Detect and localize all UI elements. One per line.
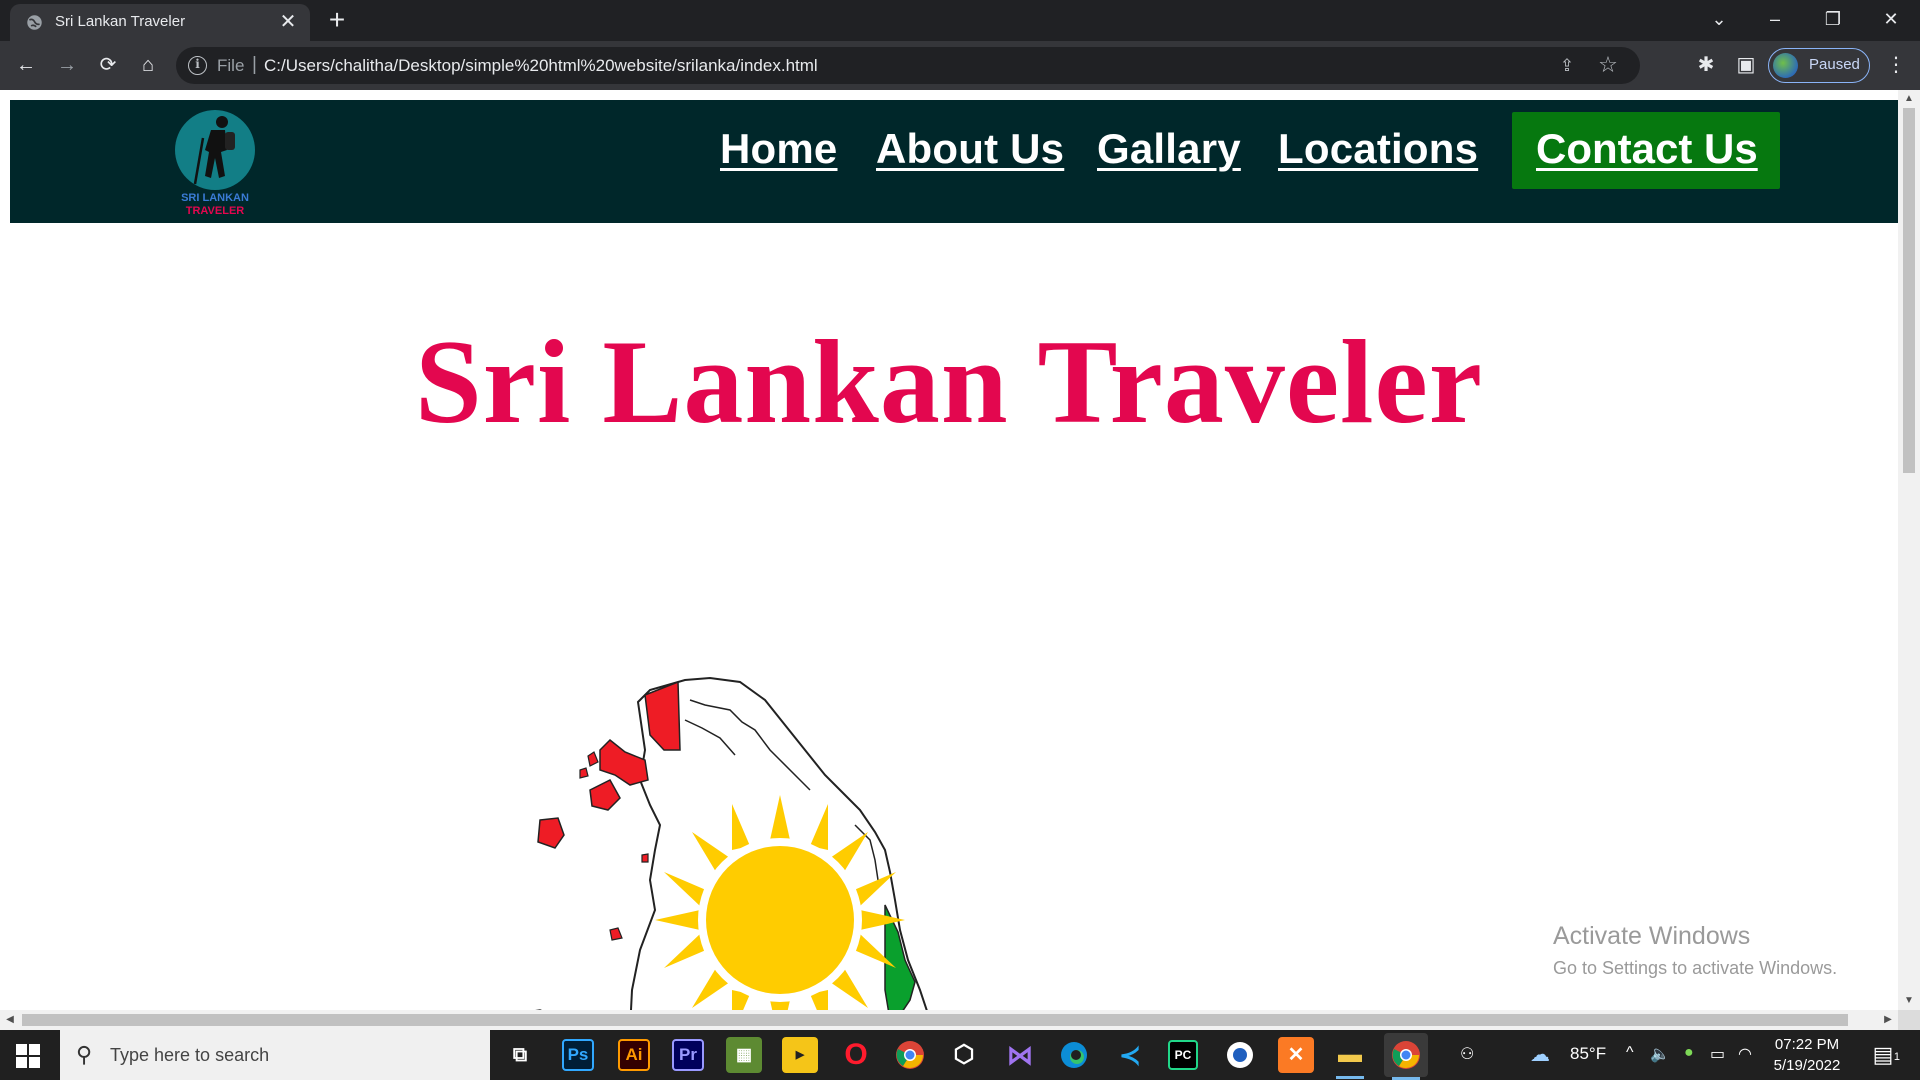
- weather-cloud-icon[interactable]: ☁: [1530, 1042, 1550, 1067]
- nav-home-link[interactable]: Home: [720, 125, 838, 173]
- clock-time: 07:22 PM: [1774, 1036, 1840, 1053]
- reload-icon[interactable]: ⟳: [94, 51, 122, 79]
- media-player-icon[interactable]: ▶: [782, 1037, 818, 1073]
- chrome-icon[interactable]: [892, 1037, 928, 1073]
- notification-center-icon[interactable]: ▤ 1: [1868, 1040, 1900, 1070]
- vertical-scroll-thumb[interactable]: [1903, 108, 1915, 473]
- logo-text-bottom: TRAVELER: [186, 205, 245, 217]
- battery-icon[interactable]: ▭: [1710, 1044, 1725, 1064]
- task-view-icon[interactable]: ⧉: [502, 1037, 538, 1073]
- scheme-label: File: [217, 56, 245, 75]
- app-icon[interactable]: [1222, 1037, 1258, 1073]
- minecraft-icon[interactable]: ▦: [726, 1037, 762, 1073]
- scroll-right-icon[interactable]: ▶: [1882, 1014, 1894, 1026]
- opera-icon[interactable]: O: [838, 1037, 874, 1073]
- site-navbar: SRI LANKAN TRAVELER Home About Us Gallar…: [10, 100, 1898, 223]
- pycharm-icon[interactable]: PC: [1168, 1040, 1198, 1070]
- clock-date: 5/19/2022: [1773, 1057, 1841, 1074]
- site-logo[interactable]: SRI LANKAN TRAVELER: [165, 104, 265, 218]
- taskbar-search-placeholder: Type here to search: [110, 1045, 270, 1065]
- close-tab-icon[interactable]: ✕: [278, 12, 298, 32]
- vscode-icon[interactable]: ≺: [1112, 1037, 1148, 1073]
- visual-studio-icon[interactable]: ⋈: [1002, 1037, 1038, 1073]
- edge-icon[interactable]: [1056, 1037, 1092, 1073]
- nav-gallery-link[interactable]: Gallary: [1097, 125, 1241, 173]
- show-hidden-icons-chevron-icon[interactable]: ^: [1626, 1044, 1634, 1062]
- photoshop-icon[interactable]: Ps: [562, 1039, 594, 1071]
- address-bar[interactable]: i File | C:/Users/chalitha/Desktop/simpl…: [176, 47, 1640, 84]
- nav-about-link[interactable]: About Us: [876, 125, 1064, 173]
- file-explorer-icon[interactable]: ▬: [1332, 1037, 1368, 1079]
- browser-tab[interactable]: Sri Lankan Traveler ✕: [10, 4, 310, 41]
- chrome-active-icon[interactable]: [1384, 1033, 1428, 1080]
- system-clock[interactable]: 07:22 PM 5/19/2022: [1762, 1034, 1852, 1076]
- sri-lanka-map-image: [535, 676, 928, 1010]
- profile-status: Paused: [1809, 56, 1860, 73]
- people-icon[interactable]: ⚇: [1460, 1044, 1474, 1064]
- horizontal-scroll-thumb[interactable]: [22, 1014, 1848, 1026]
- status-dot-icon[interactable]: ●: [1684, 1044, 1694, 1062]
- notification-count: 1: [1893, 1051, 1900, 1063]
- scroll-left-icon[interactable]: ◀: [4, 1014, 16, 1026]
- virtualbox-icon[interactable]: ⬡: [946, 1037, 982, 1073]
- new-tab-button[interactable]: +: [324, 6, 350, 34]
- info-icon[interactable]: i: [188, 56, 207, 75]
- nav-contact-button[interactable]: Contact Us: [1512, 112, 1780, 189]
- activate-windows-title: Activate Windows: [1553, 922, 1751, 950]
- profile-button[interactable]: Paused: [1768, 48, 1870, 83]
- scrollbar-corner: [1898, 1010, 1920, 1030]
- windows-taskbar: ⚲ Type here to search ⧉ Ps Ai Pr ▦ ▶ O ⬡…: [0, 1030, 1920, 1080]
- weather-temperature[interactable]: 85°F: [1570, 1044, 1606, 1064]
- share-icon[interactable]: ⇪: [1556, 55, 1578, 77]
- hero-title: Sri Lankan Traveler: [415, 315, 1483, 448]
- page-content: SRI LANKAN TRAVELER Home About Us Gallar…: [0, 90, 1898, 1010]
- search-icon: ⚲: [76, 1042, 93, 1067]
- globe-icon: [27, 15, 42, 30]
- avatar: [1773, 53, 1798, 78]
- minimize-icon[interactable]: –: [1760, 6, 1790, 32]
- scroll-up-icon[interactable]: ▲: [1903, 93, 1915, 105]
- browser-tab-bar: Sri Lankan Traveler ✕ + ⌄ – ❐ ✕: [0, 0, 1920, 41]
- forward-arrow-icon[interactable]: →: [53, 51, 81, 79]
- tab-search-icon[interactable]: ⌄: [1704, 6, 1734, 32]
- wifi-icon[interactable]: ◠: [1738, 1044, 1752, 1064]
- extensions-puzzle-icon[interactable]: ✱: [1692, 51, 1720, 79]
- browser-toolbar: ← → ⟳ ⌂ i File | C:/Users/chalitha/Deskt…: [0, 41, 1920, 90]
- premiere-icon[interactable]: Pr: [672, 1039, 704, 1071]
- activate-windows-subtitle: Go to Settings to activate Windows.: [1553, 958, 1838, 978]
- scroll-down-icon[interactable]: ▼: [1903, 995, 1915, 1007]
- bookmark-star-icon[interactable]: ☆: [1596, 53, 1620, 77]
- horizontal-scrollbar[interactable]: ◀ ▶: [0, 1010, 1898, 1030]
- scheme-separator: |: [252, 54, 257, 75]
- logo-text-top: SRI LANKAN: [181, 192, 249, 204]
- windows-start-icon[interactable]: [16, 1044, 40, 1068]
- xampp-icon[interactable]: ✕: [1278, 1037, 1314, 1073]
- nav-contact-label: Contact Us: [1536, 125, 1758, 172]
- illustrator-icon[interactable]: Ai: [618, 1039, 650, 1071]
- home-icon[interactable]: ⌂: [134, 51, 162, 79]
- vertical-scrollbar[interactable]: ▲ ▼: [1898, 90, 1920, 1010]
- restore-icon[interactable]: ❐: [1818, 6, 1848, 32]
- close-window-icon[interactable]: ✕: [1876, 6, 1906, 32]
- tab-title: Sri Lankan Traveler: [55, 13, 186, 30]
- nav-locations-link[interactable]: Locations: [1278, 125, 1478, 173]
- url-text[interactable]: C:/Users/chalitha/Desktop/simple%20html%…: [264, 56, 818, 76]
- taskbar-search-box[interactable]: ⚲ Type here to search: [60, 1030, 490, 1080]
- side-panel-icon[interactable]: ▣: [1732, 51, 1760, 79]
- volume-icon[interactable]: 🔈: [1650, 1044, 1670, 1064]
- back-arrow-icon[interactable]: ←: [12, 51, 40, 79]
- menu-kebab-icon[interactable]: ⋮: [1882, 51, 1910, 79]
